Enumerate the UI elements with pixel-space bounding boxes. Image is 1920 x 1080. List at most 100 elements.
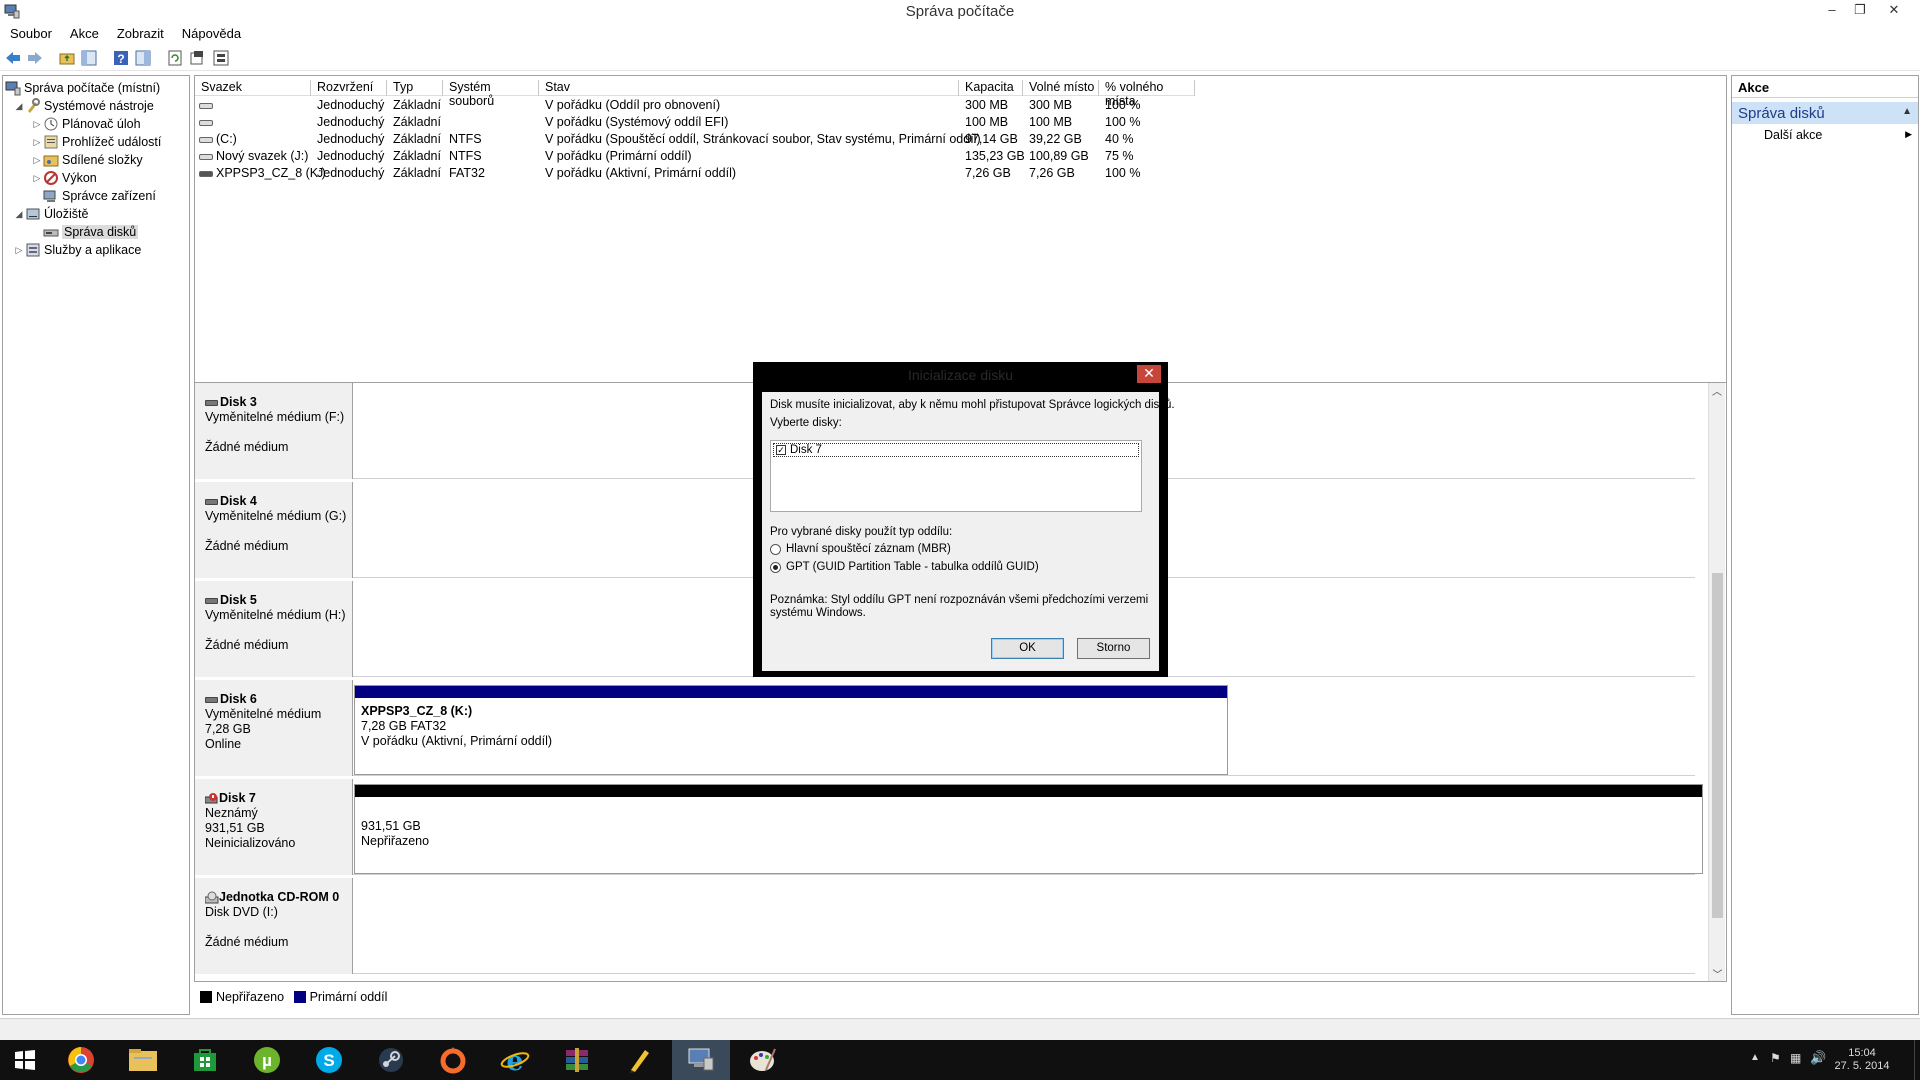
taskbar-explorer[interactable] [114,1040,172,1080]
column-header[interactable]: Kapacita [959,80,1023,96]
collapse-up-icon[interactable]: ▲ [1902,106,1912,117]
mbr-label[interactable]: Hlavní spouštěcí záznam (MBR) [786,543,951,555]
column-header[interactable]: % volného místa [1099,80,1195,108]
disk-row[interactable]: Disk 7 Neznámý 931,51 GB Neinicializován… [195,779,1703,875]
action-center-flag-icon[interactable]: ⚑ [1770,1051,1781,1065]
help-icon[interactable]: ? [112,49,130,67]
expand-arrow-icon[interactable]: ▷ [31,169,43,187]
legend-primary-swatch [293,991,306,1003]
unallocated-block[interactable]: 931,51 GB Nepřiřazeno [354,784,1703,874]
tree-item-disk-management[interactable]: Správa disků [43,223,139,241]
refresh-icon[interactable] [166,49,184,67]
table-row[interactable]: Jednoduchý Základní V pořádku (Systémový… [195,114,1395,131]
expand-arrow-icon[interactable]: ▷ [13,241,25,259]
console-tree: Správa počítače (místní) ◢ Systémové nást… [2,75,190,1015]
taskbar-internet-explorer[interactable]: e [486,1040,544,1080]
column-header[interactable]: Svazek [195,80,311,96]
disk-listbox[interactable]: ✓ Disk 7 [770,440,1142,512]
scroll-up-icon[interactable]: ︿ [1709,383,1725,398]
disk-checkbox[interactable]: ✓ [776,445,786,455]
tree-item-device-manager[interactable]: Správce zařízení [43,187,156,205]
column-header[interactable]: Volné místo [1023,80,1099,96]
taskbar-store[interactable] [176,1040,234,1080]
column-header[interactable]: Systém souborů [443,80,539,108]
disk-row[interactable]: Disk 6 Vyměnitelné médium 7,28 GB Online… [195,680,1695,776]
dialog-close-button[interactable]: ✕ [1137,365,1161,383]
network-icon[interactable]: ▦ [1790,1051,1801,1065]
cancel-button[interactable]: Storno [1077,638,1150,659]
disk-info: Disk 5 Vyměnitelné médium (H:) Žádné méd… [195,581,353,677]
taskbar-computer-management[interactable] [672,1040,730,1080]
table-row[interactable]: (C:) Jednoduchý Základní NTFS V pořádku … [195,131,1395,148]
column-header[interactable]: Stav [539,80,959,96]
menu-view[interactable]: Zobrazit [107,24,172,41]
clock[interactable]: 15:04 27. 5. 2014 [1832,1047,1892,1073]
expand-arrow-icon[interactable]: ▷ [31,115,43,133]
table-row[interactable]: XPPSP3_CZ_8 (K:) Jednoduchý Základní FAT… [195,165,1395,182]
disk-name: Disk 6 [220,692,257,706]
collapse-arrow-icon[interactable]: ◢ [13,97,25,115]
disk-size [205,623,352,638]
tree-item-system-tools[interactable]: ◢ Systémové nástroje [13,97,154,115]
more-actions[interactable]: Další akce ▶ [1732,124,1918,142]
disk-properties-icon[interactable] [212,49,230,67]
gpt-label[interactable]: GPT (GUID Partition Table - tabulka oddí… [786,561,1039,573]
column-header[interactable]: Rozvržení [311,80,387,96]
menu-file[interactable]: Soubor [0,24,60,41]
column-header[interactable]: Typ [387,80,443,96]
disk-map-scrollbar[interactable]: ︿ ﹀ [1708,383,1725,981]
tree-item-event-viewer[interactable]: ▷ Prohlížeč událostí [31,133,162,151]
disk-size [205,425,352,440]
restore-button[interactable]: ❐ [1846,0,1874,22]
expand-arrow-icon[interactable]: ▷ [31,151,43,169]
disk-list-item[interactable]: ✓ Disk 7 [773,443,1139,457]
taskbar-winrar[interactable] [548,1040,606,1080]
gpt-radio[interactable] [770,562,781,573]
volume-icon[interactable]: 🔊 [1810,1050,1826,1066]
expand-arrow-icon[interactable]: ▷ [31,133,43,151]
tree-item-task-scheduler[interactable]: ▷ Plánovač úloh [31,115,141,133]
table-row[interactable]: Jednoduchý Základní V pořádku (Oddíl pro… [195,97,1395,114]
properties-pane-icon[interactable] [134,49,152,67]
clock-icon [44,117,58,131]
collapse-arrow-icon[interactable]: ◢ [13,205,25,223]
close-button[interactable]: ✕ [1880,0,1908,22]
volume-name-cell [199,115,216,129]
disk-type: Vyměnitelné médium (H:) [205,608,346,622]
menu-help[interactable]: Nápověda [172,24,249,41]
up-folder-icon[interactable] [58,49,76,67]
paint-palette-icon [750,1048,776,1071]
taskbar-utorrent[interactable]: µ [238,1040,296,1080]
forward-arrow-icon[interactable] [26,49,44,67]
windows-logo-icon [15,1050,35,1070]
scrollbar-thumb[interactable] [1712,573,1723,918]
partition-block[interactable]: XPPSP3_CZ_8 (K:) 7,28 GB FAT32 V pořádku… [354,685,1228,775]
start-button[interactable] [0,1040,50,1080]
taskbar-origin[interactable] [424,1040,482,1080]
show-hidden-icons-icon[interactable]: ▲ [1750,1052,1760,1063]
tree-item-performance[interactable]: ▷ Výkon [31,169,97,187]
actions-section[interactable]: Správa disků ▲ [1732,102,1918,124]
ok-button[interactable]: OK [991,638,1064,659]
disk-row[interactable]: Jednotka CD-ROM 0 Disk DVD (I:) Žádné mé… [195,878,1695,974]
taskbar-skype[interactable]: S [300,1040,358,1080]
tree-root[interactable]: Správa počítače (místní) [5,79,160,97]
taskbar-steam[interactable] [362,1040,420,1080]
tree-label: Správce zařízení [62,189,156,203]
taskbar-paint[interactable] [734,1040,792,1080]
dialog-body: Disk musíte inicializovat, aby k němu mo… [762,392,1175,671]
export-list-icon[interactable] [188,49,206,67]
table-row[interactable]: Nový svazek (J:) Jednoduchý Základní NTF… [195,148,1395,165]
taskbar-pencil-app[interactable] [610,1040,668,1080]
console-tree-icon[interactable] [80,49,98,67]
show-desktop-button[interactable] [1914,1040,1920,1080]
menu-action[interactable]: Akce [60,24,107,41]
tree-item-shared-folders[interactable]: ▷ Sdílené složky [31,151,143,169]
mbr-radio[interactable] [770,544,781,555]
scroll-down-icon[interactable]: ﹀ [1709,966,1726,981]
tree-item-storage[interactable]: ◢ Úložiště [13,205,89,223]
tree-item-services[interactable]: ▷ Služby a aplikace [13,241,142,259]
minimize-button[interactable]: – [1818,0,1846,22]
taskbar-chrome[interactable] [52,1040,110,1080]
back-arrow-icon[interactable] [4,49,22,67]
